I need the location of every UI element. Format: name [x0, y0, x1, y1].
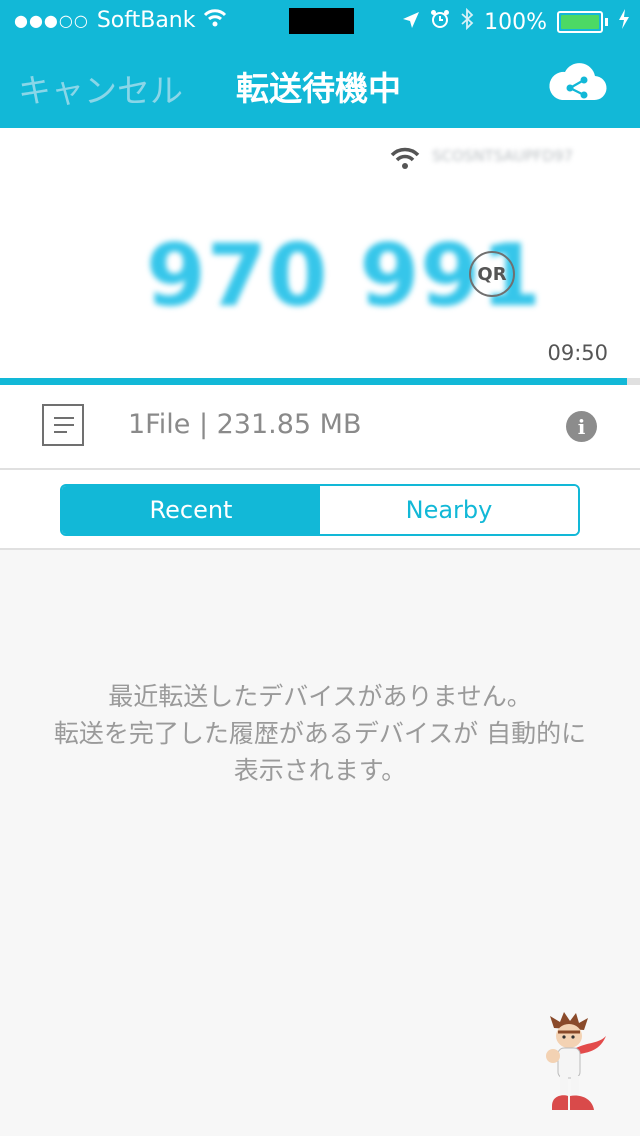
cancel-button[interactable]: キャンセル — [18, 64, 183, 112]
empty-state-message: 最近転送したデバイスがありません。 転送を完了した履歴があるデバイスが 自動的に… — [0, 678, 640, 789]
countdown-timer: 09:50 — [547, 341, 608, 365]
charging-bolt-icon — [618, 9, 630, 35]
tab-bar: Recent Nearby — [0, 470, 640, 550]
redaction-box — [289, 8, 354, 34]
countdown-progress-bar — [0, 378, 640, 385]
page-title: 転送待機中 — [236, 69, 401, 108]
battery-tip — [605, 18, 608, 26]
battery-percent: 100% — [484, 9, 547, 35]
wifi-icon — [203, 8, 227, 33]
mascot-icon[interactable] — [540, 1010, 610, 1114]
network-ssid: SCOSNTSAUPFD97 — [432, 147, 574, 165]
file-summary: 1File | 231.85 MB — [128, 409, 362, 440]
carrier-name: SoftBank — [96, 8, 196, 33]
alarm-clock-icon — [430, 9, 450, 35]
empty-state-line-2: 転送を完了した履歴があるデバイスが 自動的に — [53, 719, 587, 748]
tab-nearby[interactable]: Nearby — [320, 486, 578, 534]
tab-recent[interactable]: Recent — [62, 486, 320, 534]
cloud-share-icon[interactable] — [548, 58, 608, 104]
progress-fill — [0, 378, 628, 385]
empty-state-line-3: 表示されます。 — [233, 756, 407, 785]
segmented-control: Recent Nearby — [60, 484, 580, 536]
bluetooth-icon — [460, 7, 474, 36]
file-info-row: 1File | 231.85 MB i — [0, 385, 640, 470]
empty-state-line-1: 最近転送したデバイスがありません。 — [108, 682, 532, 711]
signal-strength: ●●●○○ — [14, 11, 89, 30]
qr-button[interactable]: QR — [469, 251, 515, 297]
wifi-network-icon — [390, 146, 420, 174]
status-bar: ●●●○○ SoftBank 100% — [0, 0, 640, 40]
document-icon — [42, 404, 84, 446]
info-icon[interactable]: i — [566, 411, 597, 442]
header: ●●●○○ SoftBank 100% キャンセル 転送待機中 — [0, 0, 640, 128]
location-arrow-icon — [402, 10, 420, 35]
battery-icon — [557, 11, 603, 33]
